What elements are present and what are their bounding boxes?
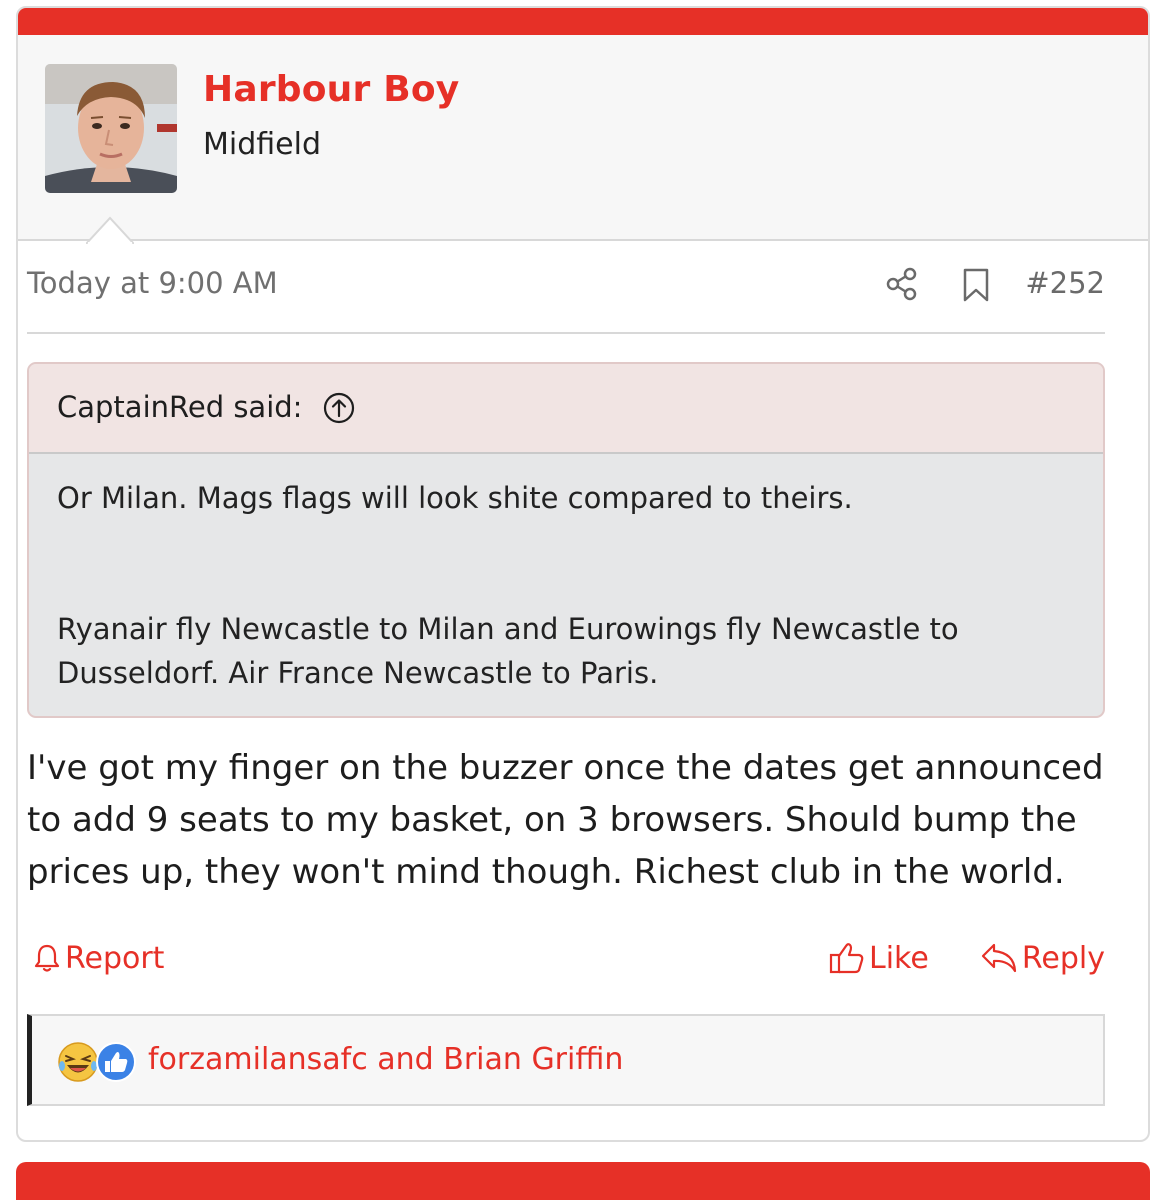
meta-divider: [27, 332, 1105, 334]
page: Harbour Boy Midfield Today at 9:00 AM #2…: [0, 0, 1166, 1200]
thumbs-up-outline-icon: [829, 943, 864, 974]
bookmark-icon[interactable]: [962, 268, 990, 302]
post-message: I've got my finger on the buzzer once th…: [27, 748, 1104, 892]
report-label: Report: [65, 940, 165, 976]
quote-block: CaptainRed said: Or Milan. Mags flags wi…: [27, 362, 1105, 718]
quote-paragraph: Or Milan. Mags flags will look shite com…: [57, 481, 853, 515]
post-number-link[interactable]: #252: [1025, 266, 1105, 300]
reply-label: Reply: [1021, 940, 1105, 976]
post-actions: Report Like Reply: [27, 934, 1105, 984]
post-top-bar: [18, 8, 1148, 35]
quote-spacer: [57, 520, 1077, 607]
user-avatar[interactable]: [45, 64, 177, 193]
report-button[interactable]: Report: [33, 934, 164, 982]
like-button[interactable]: Like: [829, 934, 929, 982]
share-icon[interactable]: [885, 266, 919, 302]
quote-body: Or Milan. Mags flags will look shite com…: [57, 476, 1077, 695]
user-title: Midfield: [203, 127, 321, 162]
thumbs-up-icon: [96, 1042, 136, 1082]
laughing-emoji-icon: [58, 1042, 98, 1082]
bell-icon: [34, 944, 60, 972]
reaction-users[interactable]: forzamilansafc and Brian Griffin: [148, 1042, 623, 1077]
post-meta: Today at 9:00 AM #252: [27, 264, 1105, 308]
quote-paragraph: Ryanair fly Newcastle to Milan and Eurow…: [57, 612, 959, 690]
reaction-icons[interactable]: [56, 1040, 140, 1084]
next-post-top-bar: [16, 1162, 1150, 1200]
arrow-up-circle-icon[interactable]: [322, 391, 356, 425]
header-caret-icon: [86, 216, 134, 244]
like-label: Like: [869, 940, 929, 976]
quote-author[interactable]: CaptainRed said:: [57, 390, 302, 424]
post-timestamp[interactable]: Today at 9:00 AM: [27, 266, 278, 300]
quote-header: CaptainRed said:: [29, 364, 1103, 454]
reply-arrow-icon: [981, 943, 1017, 973]
avatar-image: [45, 64, 177, 193]
reactions-bar: forzamilansafc and Brian Griffin: [27, 1014, 1105, 1106]
username[interactable]: Harbour Boy: [203, 69, 459, 110]
user-header: Harbour Boy Midfield: [18, 35, 1148, 244]
reply-button[interactable]: Reply: [980, 934, 1105, 982]
